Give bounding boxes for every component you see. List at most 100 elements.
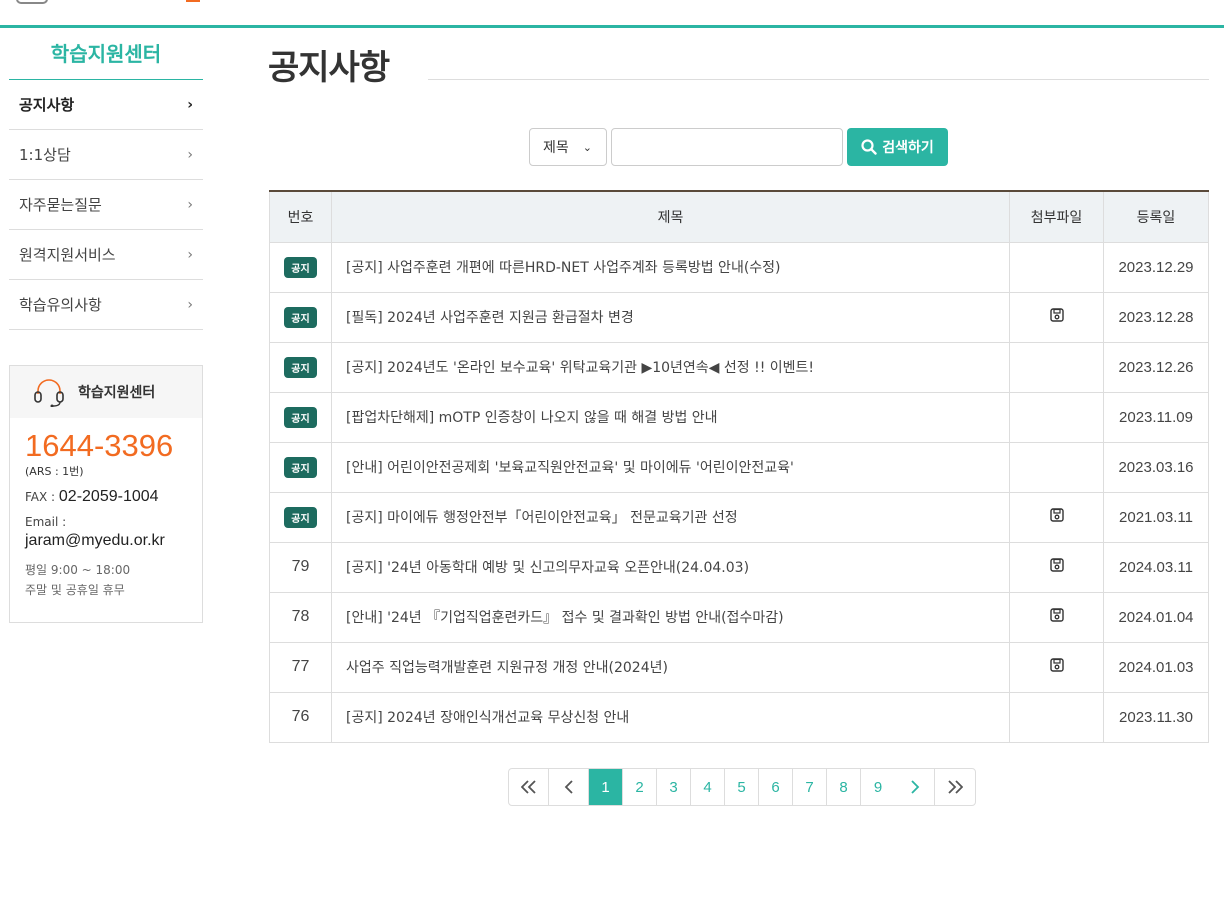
- hours-weekday: 평일 9:00 ~ 18:00: [25, 563, 131, 577]
- page-number-5[interactable]: 5: [725, 769, 759, 805]
- support-center-box: 학습지원센터 1644-3396 (ARS : 1번) FAX : 02-205…: [9, 365, 203, 623]
- cell-title[interactable]: [필독] 2024년 사업주훈련 지원금 환급절차 변경: [331, 291, 1010, 343]
- post-title-link[interactable]: [공지] 사업주훈련 개편에 따른HRD-NET 사업주계좌 등록방법 안내(수…: [346, 260, 781, 276]
- table-row[interactable]: 공지 [공지] 사업주훈련 개편에 따른HRD-NET 사업주계좌 등록방법 안내…: [269, 241, 1209, 293]
- chevron-down-icon: ⌄: [582, 140, 592, 154]
- pagination: 123456789: [508, 768, 976, 806]
- cell-title[interactable]: [팝업차단해제] mOTP 인증창이 나오지 않을 때 해결 방법 안내: [331, 391, 1010, 443]
- post-title-link[interactable]: [안내] 어린이안전공제회 '보육교직원안전교육' 및 마이에듀 '어린이안전교…: [346, 460, 794, 476]
- header-num: 번호: [269, 191, 332, 243]
- post-title-link[interactable]: [공지] 마이에듀 행정안전부「어린이안전교육」 전문교육기관 선정: [346, 510, 738, 526]
- sidebar-item-faq[interactable]: 자주묻는질문 ›: [9, 180, 203, 230]
- floppy-disk-icon[interactable]: [1049, 658, 1064, 672]
- notice-badge: 공지: [284, 456, 317, 478]
- post-title-link[interactable]: [필독] 2024년 사업주훈련 지원금 환급절차 변경: [346, 310, 634, 326]
- row-number: 77: [291, 658, 310, 675]
- post-title-link[interactable]: 사업주 직업능력개발훈련 지원규정 개정 안내(2024년): [346, 660, 668, 676]
- post-title-link[interactable]: [팝업차단해제] mOTP 인증창이 나오지 않을 때 해결 방법 안내: [346, 410, 718, 426]
- page-number-4[interactable]: 4: [691, 769, 725, 805]
- page-number-1[interactable]: 1: [589, 769, 623, 805]
- page-number-7[interactable]: 7: [793, 769, 827, 805]
- cell-date: 2021.03.11: [1103, 491, 1209, 543]
- table-row[interactable]: 공지 [공지] 마이에듀 행정안전부「어린이안전교육」 전문교육기관 선정 2021…: [269, 491, 1209, 543]
- sidebar-item-study-notes[interactable]: 학습유의사항 ›: [9, 280, 203, 330]
- cell-attachment: [1009, 291, 1104, 343]
- header-title: 제목: [331, 191, 1010, 243]
- double-chevron-left-icon: [520, 780, 536, 794]
- table-row[interactable]: 78 [안내] '24년 『기업직업훈련카드』 접수 및 결과확인 방법 안내(접…: [269, 591, 1209, 643]
- table-row[interactable]: 공지 [필독] 2024년 사업주훈련 지원금 환급절차 변경 2023.12.28: [269, 291, 1209, 343]
- row-number: 76: [291, 708, 310, 725]
- support-email: jaram@myedu.or.kr: [25, 532, 165, 549]
- table-row[interactable]: 공지 [팝업차단해제] mOTP 인증창이 나오지 않을 때 해결 방법 안내 20…: [269, 391, 1209, 443]
- table-row[interactable]: 76 [공지] 2024년 장애인식개선교육 무상신청 안내 2023.11.30: [269, 691, 1209, 743]
- floppy-disk-icon[interactable]: [1049, 508, 1064, 522]
- cell-title[interactable]: 사업주 직업능력개발훈련 지원규정 개정 안내(2024년): [331, 641, 1010, 693]
- floppy-disk-icon[interactable]: [1049, 308, 1064, 322]
- floppy-disk-icon[interactable]: [1049, 608, 1064, 622]
- support-hours: 평일 9:00 ~ 18:00 주말 및 공휴일 휴무: [25, 560, 202, 600]
- cell-num: 공지: [269, 291, 332, 343]
- support-phone: 1644-3396: [25, 428, 174, 463]
- top-header-bar: [0, 0, 1224, 28]
- page-number-8[interactable]: 8: [827, 769, 861, 805]
- row-number: 78: [291, 608, 310, 625]
- cell-title[interactable]: [공지] 마이에듀 행정안전부「어린이안전교육」 전문교육기관 선정: [331, 491, 1010, 543]
- cell-attachment: [1009, 241, 1104, 293]
- header-attachment: 첨부파일: [1009, 191, 1104, 243]
- cell-attachment: [1009, 641, 1104, 693]
- cell-attachment: [1009, 541, 1104, 593]
- email-label: Email :: [25, 515, 67, 529]
- notice-badge: 공지: [284, 406, 317, 428]
- sidebar-item-label: 공지사항: [19, 96, 75, 114]
- search-field-select[interactable]: 제목 ⌄: [529, 128, 607, 166]
- table-row[interactable]: 공지 [안내] 어린이안전공제회 '보육교직원안전교육' 및 마이에듀 '어린이안…: [269, 441, 1209, 493]
- cell-num: 공지: [269, 491, 332, 543]
- site-logo[interactable]: [16, 0, 48, 4]
- cell-title[interactable]: [공지] 사업주훈련 개편에 따른HRD-NET 사업주계좌 등록방법 안내(수…: [331, 241, 1010, 293]
- cell-num: 공지: [269, 441, 332, 493]
- chevron-left-icon: [564, 780, 573, 794]
- cell-num: 76: [269, 691, 332, 743]
- cell-date: 2023.12.29: [1103, 241, 1209, 293]
- floppy-disk-icon[interactable]: [1049, 558, 1064, 572]
- search-input[interactable]: [611, 128, 843, 166]
- first-page-button[interactable]: [509, 769, 549, 805]
- post-title-link[interactable]: [공지] 2024년 장애인식개선교육 무상신청 안내: [346, 710, 629, 726]
- table-row[interactable]: 77 사업주 직업능력개발훈련 지원규정 개정 안내(2024년) 2024.01.…: [269, 641, 1209, 693]
- cell-date: 2024.03.11: [1103, 541, 1209, 593]
- table-row[interactable]: 79 [공지] '24년 아동학대 예방 및 신고의무자교육 오픈안내(24.04…: [269, 541, 1209, 593]
- cell-num: 77: [269, 641, 332, 693]
- cell-title[interactable]: [안내] 어린이안전공제회 '보육교직원안전교육' 및 마이에듀 '어린이안전교…: [331, 441, 1010, 493]
- search-button[interactable]: 검색하기: [847, 128, 948, 166]
- cell-title[interactable]: [공지] '24년 아동학대 예방 및 신고의무자교육 오픈안내(24.04.0…: [331, 541, 1010, 593]
- cell-date: 2023.11.30: [1103, 691, 1209, 743]
- notice-badge: 공지: [284, 256, 317, 278]
- post-title-link[interactable]: [공지] '24년 아동학대 예방 및 신고의무자교육 오픈안내(24.04.0…: [346, 560, 749, 576]
- cell-num: 78: [269, 591, 332, 643]
- table-row[interactable]: 공지 [공지] 2024년도 '온라인 보수교육' 위탁교육기관 ▶10년연속◀ …: [269, 341, 1209, 393]
- cell-title[interactable]: [공지] 2024년도 '온라인 보수교육' 위탁교육기관 ▶10년연속◀ 선정…: [331, 341, 1010, 393]
- cell-title[interactable]: [안내] '24년 『기업직업훈련카드』 접수 및 결과확인 방법 안내(접수마…: [331, 591, 1010, 643]
- header-date: 등록일: [1103, 191, 1209, 243]
- sidebar-item-consult[interactable]: 1:1상담 ›: [9, 130, 203, 180]
- post-title-link[interactable]: [안내] '24년 『기업직업훈련카드』 접수 및 결과확인 방법 안내(접수마…: [346, 610, 784, 626]
- sidebar-item-remote-support[interactable]: 원격지원서비스 ›: [9, 230, 203, 280]
- prev-page-button[interactable]: [549, 769, 589, 805]
- next-page-button[interactable]: [895, 769, 935, 805]
- row-number: 79: [291, 558, 310, 575]
- sidebar-item-notice[interactable]: 공지사항 ›: [9, 80, 203, 130]
- page-number-3[interactable]: 3: [657, 769, 691, 805]
- fax-label: FAX :: [25, 490, 59, 504]
- cell-attachment: [1009, 491, 1104, 543]
- support-ars: (ARS : 1번): [25, 465, 84, 478]
- title-divider: [428, 79, 1209, 80]
- cell-date: 2023.12.28: [1103, 291, 1209, 343]
- cell-title[interactable]: [공지] 2024년 장애인식개선교육 무상신청 안내: [331, 691, 1010, 743]
- cell-num: 공지: [269, 391, 332, 443]
- page-number-2[interactable]: 2: [623, 769, 657, 805]
- post-title-link[interactable]: [공지] 2024년도 '온라인 보수교육' 위탁교육기관 ▶10년연속◀ 선정…: [346, 360, 814, 376]
- page-number-9[interactable]: 9: [861, 769, 895, 805]
- page-number-6[interactable]: 6: [759, 769, 793, 805]
- last-page-button[interactable]: [935, 769, 975, 805]
